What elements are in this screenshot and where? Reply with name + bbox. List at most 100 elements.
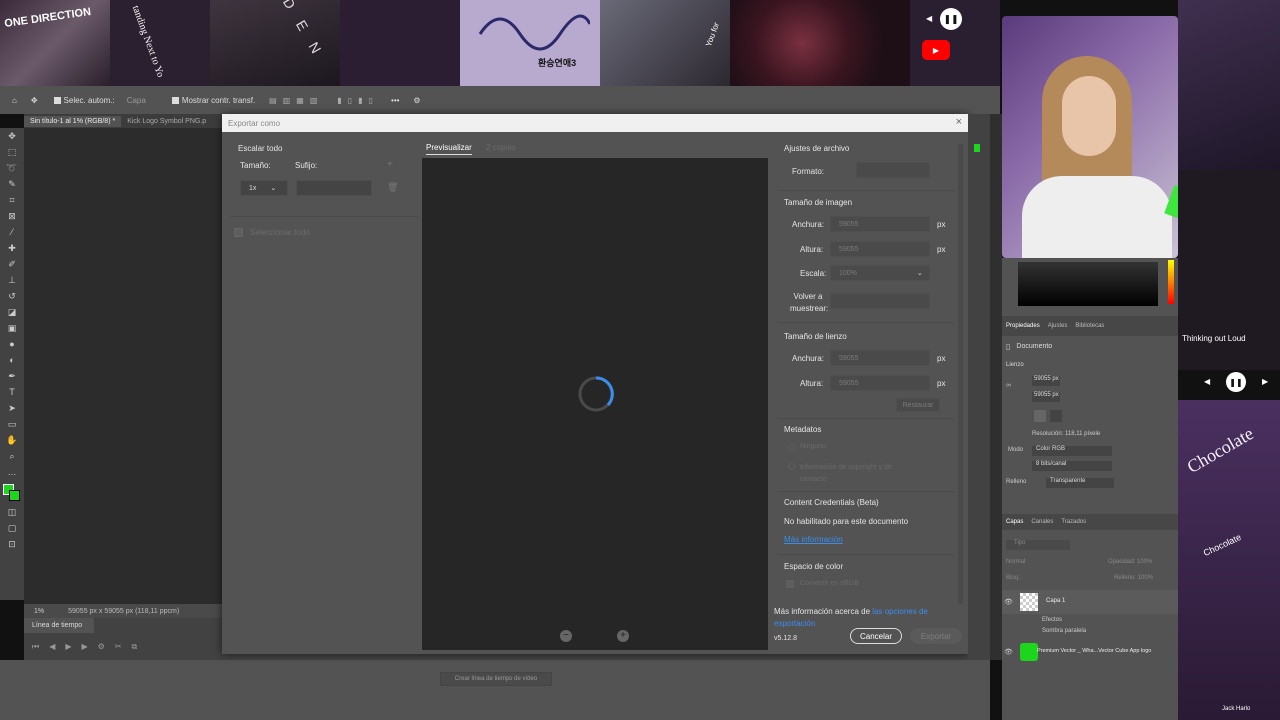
pause-icon[interactable]: ❚❚ <box>940 8 962 30</box>
meta-copyright-radio[interactable] <box>788 463 795 470</box>
scrollbar[interactable] <box>958 144 963 604</box>
artboard-icon[interactable]: ⊡ <box>0 536 24 552</box>
tab-preview[interactable]: Previsualizar <box>426 143 472 155</box>
color-field[interactable] <box>1018 262 1158 306</box>
resample-select[interactable] <box>830 293 930 309</box>
tab-properties[interactable]: Propiedades <box>1006 323 1040 329</box>
pen-icon[interactable]: ✒ <box>0 368 24 384</box>
link-icon[interactable]: ∞ <box>1006 382 1011 389</box>
meta-none-radio[interactable] <box>788 444 795 451</box>
scale-dropdown[interactable]: 100% ⌄ <box>830 265 930 281</box>
canvas-width-field[interactable]: 59055 px <box>1032 376 1060 386</box>
auto-select-checkbox[interactable]: Selec. autom.: <box>53 96 115 105</box>
path-select-icon[interactable]: ➤ <box>0 400 24 416</box>
zoom-icon[interactable]: ⌕ <box>0 448 24 464</box>
hue-slider[interactable] <box>1168 260 1174 304</box>
hand-icon[interactable]: ✋ <box>0 432 24 448</box>
format-select[interactable] <box>856 162 930 178</box>
align-icons[interactable]: ▤▥▦▧ <box>269 96 323 105</box>
quick-mask-icon[interactable]: ◫ <box>0 504 24 520</box>
lasso-icon[interactable]: ➰ <box>0 160 24 176</box>
tab-layers[interactable]: Capas <box>1006 519 1023 525</box>
restore-button[interactable]: Restaurar <box>896 398 940 412</box>
frame-icon[interactable]: ⊠ <box>0 208 24 224</box>
convert-srgb-checkbox[interactable] <box>786 580 794 588</box>
fill-field[interactable]: Relleno: 100% <box>1114 575 1153 581</box>
quick-select-icon[interactable]: ✎ <box>0 176 24 192</box>
tab-adjustments[interactable]: Ajustes <box>1048 323 1068 329</box>
zoom-out-icon[interactable]: − <box>560 630 572 642</box>
gradient-icon[interactable]: ▣ <box>0 320 24 336</box>
color-swatches[interactable] <box>0 480 24 504</box>
more-tools-icon[interactable]: … <box>0 464 24 480</box>
portrait-icon[interactable] <box>1034 410 1046 422</box>
marquee-icon[interactable]: ⬚ <box>0 144 24 160</box>
more-info-link[interactable]: Más información <box>784 535 843 544</box>
home-icon[interactable]: ⌂ <box>12 96 17 105</box>
background-color[interactable] <box>9 490 20 501</box>
prev-icon[interactable]: ◀ <box>926 14 932 23</box>
distribute-icons[interactable]: ▮▯▮▯ <box>337 96 379 105</box>
landscape-icon[interactable] <box>1050 410 1062 422</box>
next-icon[interactable]: ▶ <box>1262 377 1268 386</box>
scale-select[interactable]: 1x ⌄ <box>240 180 288 196</box>
eraser-icon[interactable]: ◪ <box>0 304 24 320</box>
mode-select[interactable]: Color RGB <box>1032 446 1112 456</box>
blur-icon[interactable]: ● <box>0 336 24 352</box>
eyedropper-icon[interactable]: ⁄ <box>0 224 24 240</box>
type-icon[interactable]: T <box>0 384 24 400</box>
layer-select[interactable]: Capa <box>127 96 146 105</box>
webcam-person-face <box>1062 76 1116 156</box>
add-icon[interactable]: + <box>387 159 393 170</box>
timeline-controls[interactable]: ⏮◀▶▶⚙✂⧉ <box>32 642 147 652</box>
layer-row-1[interactable]: 👁 Capa 1 <box>1002 590 1178 614</box>
trash-icon[interactable]: 🗑 <box>387 182 398 193</box>
tab-document-2[interactable]: Kick Logo Symbol PNG.p <box>121 116 212 127</box>
crop-icon[interactable]: ⌗ <box>0 192 24 208</box>
tab-document-1[interactable]: Sin título-1 al 1% (RGB/8) * <box>24 115 122 127</box>
healing-icon[interactable]: ✚ <box>0 240 24 256</box>
eye-icon[interactable]: 👁 <box>1004 598 1013 606</box>
move-icon[interactable]: ✥ <box>0 128 24 144</box>
eye-icon[interactable]: 👁 <box>1004 648 1013 656</box>
tab-copies[interactable]: 2 copias <box>486 143 516 152</box>
gear-icon[interactable]: ⚙ <box>413 96 420 105</box>
canvas-width-input[interactable]: 59055 <box>830 350 930 366</box>
select-all-checkbox[interactable] <box>234 228 243 237</box>
screen-mode-icon[interactable]: ▢ <box>0 520 24 536</box>
tab-paths[interactable]: Trazados <box>1061 519 1086 525</box>
export-button[interactable]: Exportar <box>910 628 962 644</box>
prev-icon[interactable]: ◀ <box>1204 377 1210 386</box>
show-transform-checkbox[interactable]: Mostrar contr. transf. <box>171 96 255 105</box>
move-tool-icon[interactable]: ✥ <box>31 96 38 105</box>
blend-mode[interactable]: Normal <box>1006 559 1025 565</box>
swatch-icon[interactable] <box>974 144 980 152</box>
cancel-button[interactable]: Cancelar <box>850 628 902 644</box>
create-timeline-button[interactable]: Crear línea de tiempo de vídeo <box>440 672 552 686</box>
stamp-icon[interactable]: ⊥ <box>0 272 24 288</box>
history-brush-icon[interactable]: ↺ <box>0 288 24 304</box>
canvas-height-input[interactable]: 59055 <box>830 375 930 391</box>
youtube-icon[interactable]: ▶ <box>922 40 950 60</box>
layer-search[interactable]: Tipo <box>1006 540 1070 550</box>
layer-row-2[interactable]: 👁 Premium Vector _ Wha...Vector Cube App… <box>1002 640 1178 664</box>
close-icon[interactable]: × <box>956 116 962 128</box>
fill-select[interactable]: Transparente <box>1046 478 1114 488</box>
bits-select[interactable]: 8 bits/canal <box>1032 461 1112 471</box>
more-icon[interactable]: ••• <box>391 96 399 105</box>
dodge-icon[interactable]: ◐ <box>0 352 24 368</box>
canvas-height-field[interactable]: 59055 px <box>1032 392 1060 402</box>
brush-icon[interactable]: ✐ <box>0 256 24 272</box>
tab-libraries[interactable]: Bibliotecas <box>1075 323 1104 329</box>
width-input[interactable]: 59055 <box>830 216 930 232</box>
document-canvas[interactable] <box>24 128 224 604</box>
opacity-field[interactable]: Opacidad: 100% <box>1108 559 1152 565</box>
zoom-level[interactable]: 1% <box>34 608 44 615</box>
tab-channels[interactable]: Canales <box>1031 519 1053 525</box>
scale-dropdown-value: 100% <box>839 269 857 277</box>
suffix-input[interactable] <box>296 180 372 196</box>
zoom-in-icon[interactable]: + <box>617 630 629 642</box>
pause-icon[interactable]: ❚❚ <box>1226 372 1246 392</box>
height-input[interactable]: 59055 <box>830 241 930 257</box>
shape-icon[interactable]: ▭ <box>0 416 24 432</box>
